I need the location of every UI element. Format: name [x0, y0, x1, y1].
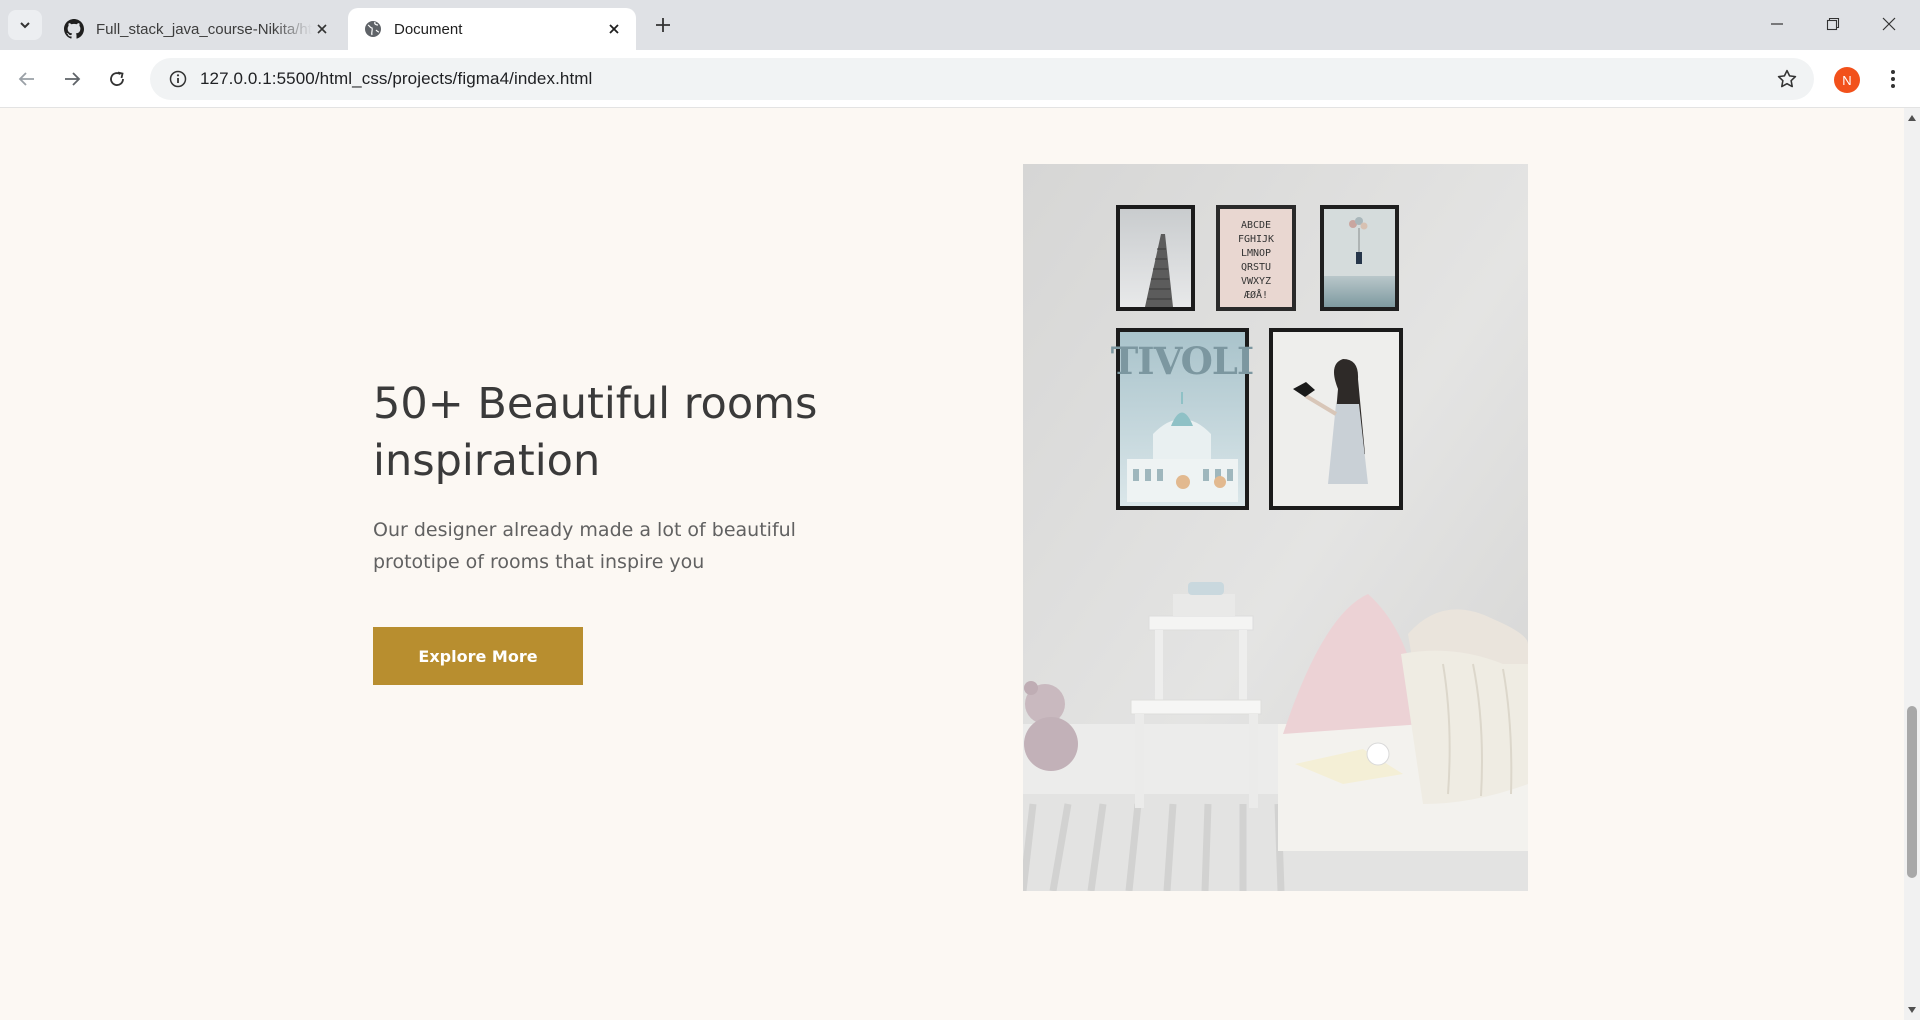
new-tab-button[interactable] [650, 12, 676, 38]
scroll-up-icon[interactable] [1907, 113, 1917, 123]
tab-github[interactable]: Full_stack_java_course-Nikita/ht [48, 8, 344, 50]
chevron-down-icon [20, 22, 30, 29]
plus-icon [656, 18, 670, 32]
tab-title: Document [394, 20, 463, 38]
minimize-button[interactable] [1754, 6, 1800, 42]
restore-button[interactable] [1810, 6, 1856, 42]
hero-description: Our designer already made a lot of beaut… [373, 519, 796, 573]
tab-document[interactable]: Document [348, 8, 636, 50]
alphabet-row: ABCDE [1241, 220, 1271, 231]
hero-title: 50+ Beautiful rooms inspiration [373, 379, 818, 486]
back-button[interactable] [11, 63, 43, 95]
scrollbar-thumb[interactable] [1907, 706, 1917, 878]
minimize-icon [1771, 23, 1783, 25]
arrow-right-icon [65, 72, 81, 86]
reload-icon [110, 71, 124, 86]
github-icon [64, 19, 84, 39]
alphabet-row: VWXYZ [1241, 276, 1271, 287]
alphabet-row: FGHIJK [1238, 234, 1274, 245]
address-bar[interactable]: 127.0.0.1:5500/html_css/projects/figma4/… [150, 58, 1814, 100]
close-icon [609, 24, 619, 34]
page-viewport: 50+ Beautiful rooms inspiration Our desi… [0, 108, 1904, 1020]
close-icon [1882, 17, 1896, 31]
tab-close-button[interactable] [604, 19, 624, 39]
site-info-icon[interactable] [156, 70, 200, 88]
close-icon [317, 24, 327, 34]
alphabet-row: ÆØÅ! [1244, 288, 1268, 301]
room-inspiration-photo: ABCDE FGHIJK LMNOP QRSTU VWXYZ ÆØÅ! TIVO… [1023, 164, 1528, 891]
alphabet-row: QRSTU [1241, 262, 1271, 273]
browser-menu-button[interactable] [1880, 63, 1906, 95]
browser-tab-bar: Full_stack_java_course-Nikita/ht Documen… [0, 0, 1920, 50]
page-scrollbar[interactable] [1904, 108, 1920, 1020]
alphabet-row: LMNOP [1241, 248, 1271, 259]
browser-toolbar: 127.0.0.1:5500/html_css/projects/figma4/… [0, 50, 1920, 108]
explore-more-button[interactable]: Explore More [373, 627, 583, 685]
arrow-left-icon [18, 72, 34, 86]
url-text[interactable]: 127.0.0.1:5500/html_css/projects/figma4/… [200, 69, 592, 89]
tab-title: Full_stack_java_course-Nikita/ht [96, 20, 312, 38]
globe-icon [365, 21, 381, 37]
reload-button[interactable] [101, 63, 133, 95]
tab-close-button[interactable] [312, 19, 332, 39]
scroll-down-icon[interactable] [1907, 1005, 1917, 1015]
poster-text: TIVOLI [1111, 339, 1253, 383]
close-window-button[interactable] [1866, 6, 1912, 42]
tab-search-button[interactable] [8, 10, 42, 40]
more-vertical-icon [1891, 70, 1895, 88]
profile-avatar[interactable]: N [1834, 67, 1860, 93]
restore-icon [1826, 17, 1840, 31]
bookmark-star-icon[interactable] [1776, 68, 1798, 95]
forward-button[interactable] [56, 63, 88, 95]
